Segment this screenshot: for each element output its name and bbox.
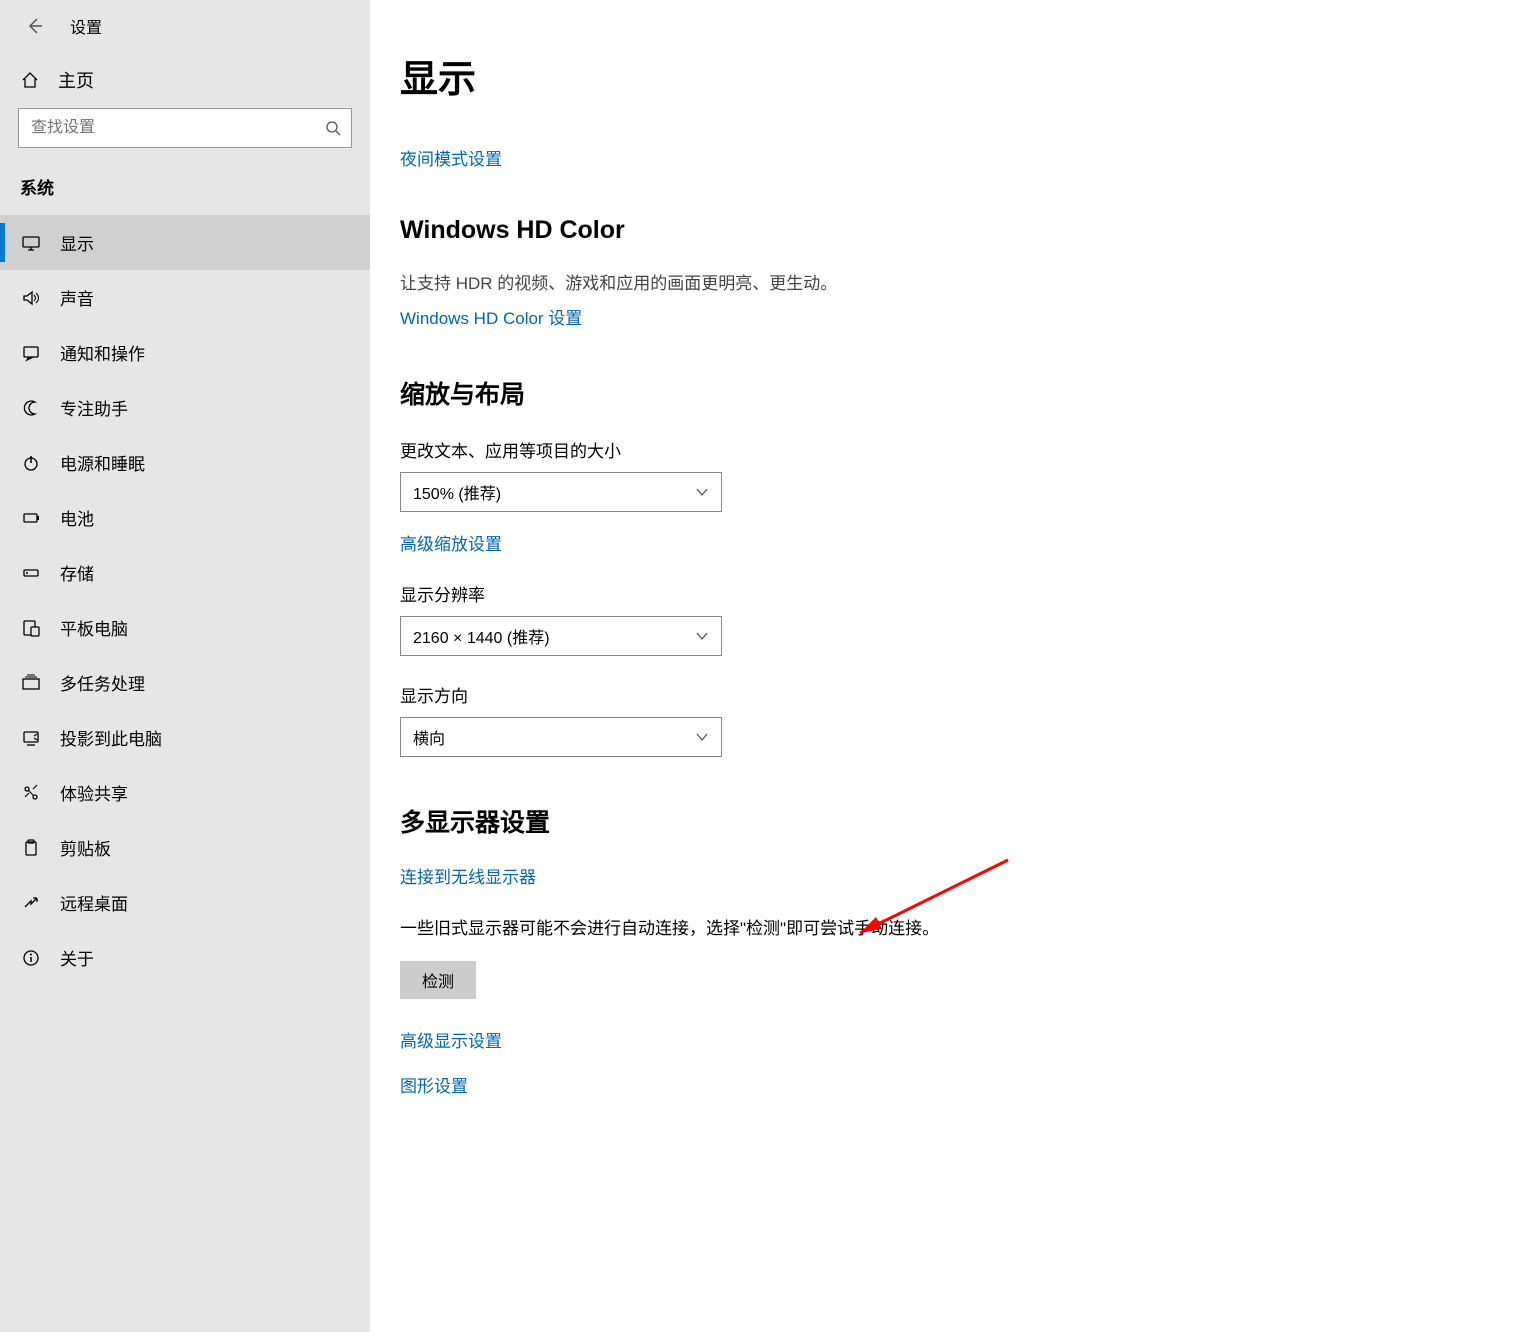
scale-select[interactable]: 150% (推荐) xyxy=(400,472,722,512)
battery-icon xyxy=(20,508,42,528)
back-arrow-icon xyxy=(25,16,45,36)
sidebar-item-tablet[interactable]: 平板电脑 xyxy=(0,600,370,655)
detect-button[interactable]: 检测 xyxy=(400,961,476,999)
chevron-down-icon xyxy=(695,485,709,499)
sidebar-item-label: 电源和睡眠 xyxy=(60,450,145,475)
sidebar-item-label: 远程桌面 xyxy=(60,890,128,915)
sound-icon xyxy=(20,288,42,308)
hdcolor-link[interactable]: Windows HD Color 设置 xyxy=(400,304,582,329)
sidebar-item-label: 存储 xyxy=(60,560,94,585)
sidebar-home-label: 主页 xyxy=(58,67,94,93)
sidebar-category: 系统 xyxy=(0,166,370,215)
sidebar-item-label: 体验共享 xyxy=(60,780,128,805)
sidebar-item-label: 显示 xyxy=(60,230,94,255)
chevron-down-icon xyxy=(695,730,709,744)
sidebar-home[interactable]: 主页 xyxy=(0,52,370,108)
hdcolor-desc: 让支持 HDR 的视频、游戏和应用的画面更明亮、更生动。 xyxy=(400,269,1494,294)
search-box[interactable] xyxy=(18,108,352,148)
sidebar-item-sound[interactable]: 声音 xyxy=(0,270,370,325)
graphics-settings-link[interactable]: 图形设置 xyxy=(400,1072,468,1097)
hdcolor-title: Windows HD Color xyxy=(400,216,1494,245)
resolution-value: 2160 × 1440 (推荐) xyxy=(413,624,550,648)
sidebar-item-notifications[interactable]: 通知和操作 xyxy=(0,325,370,380)
sidebar-item-label: 平板电脑 xyxy=(60,615,128,640)
sidebar-item-battery[interactable]: 电池 xyxy=(0,490,370,545)
sidebar-item-display[interactable]: 显示 xyxy=(0,215,370,270)
sidebar-item-power[interactable]: 电源和睡眠 xyxy=(0,435,370,490)
sidebar-item-focus[interactable]: 专注助手 xyxy=(0,380,370,435)
project-icon xyxy=(20,728,42,748)
sidebar-item-remote[interactable]: 远程桌面 xyxy=(0,875,370,930)
clipboard-icon xyxy=(20,838,42,858)
tablet-icon xyxy=(20,618,42,638)
remote-icon xyxy=(20,893,42,913)
sidebar-item-clipboard[interactable]: 剪贴板 xyxy=(0,820,370,875)
advanced-scaling-link[interactable]: 高级缩放设置 xyxy=(400,530,502,555)
sidebar-item-label: 电池 xyxy=(60,505,94,530)
sidebar-item-project[interactable]: 投影到此电脑 xyxy=(0,710,370,765)
multitask-icon xyxy=(20,673,42,693)
shared-icon xyxy=(20,783,42,803)
advanced-display-link[interactable]: 高级显示设置 xyxy=(400,1027,502,1052)
page-title: 显示 xyxy=(400,48,1494,103)
sidebar-item-label: 声音 xyxy=(60,285,94,310)
focus-icon xyxy=(20,398,42,418)
power-icon xyxy=(20,453,42,473)
notifications-icon xyxy=(20,343,42,363)
sidebar-item-about[interactable]: 关于 xyxy=(0,930,370,985)
app-title: 设置 xyxy=(70,14,102,38)
multi-title: 多显示器设置 xyxy=(400,803,1494,839)
orientation-label: 显示方向 xyxy=(400,682,1494,707)
detect-desc: 一些旧式显示器可能不会进行自动连接，选择"检测"即可尝试手动连接。 xyxy=(400,914,1494,939)
storage-icon xyxy=(20,563,42,583)
orientation-select[interactable]: 横向 xyxy=(400,717,722,757)
sidebar: 设置 主页 系统 显示声音通知和操作专注助手电源和睡眠电池存储平板电脑多任务处理… xyxy=(0,0,370,1332)
home-icon xyxy=(20,70,40,90)
sidebar-item-label: 投影到此电脑 xyxy=(60,725,162,750)
main-content: 显示 夜间模式设置 Windows HD Color 让支持 HDR 的视频、游… xyxy=(370,0,1524,1332)
sidebar-item-multitask[interactable]: 多任务处理 xyxy=(0,655,370,710)
display-icon xyxy=(20,233,42,253)
sidebar-item-label: 多任务处理 xyxy=(60,670,145,695)
search-icon xyxy=(315,120,351,136)
orientation-value: 横向 xyxy=(413,725,445,749)
about-icon xyxy=(20,948,42,968)
resolution-label: 显示分辨率 xyxy=(400,581,1494,606)
chevron-down-icon xyxy=(695,629,709,643)
night-light-link[interactable]: 夜间模式设置 xyxy=(400,145,502,170)
scale-value: 150% (推荐) xyxy=(413,480,501,504)
sidebar-item-label: 通知和操作 xyxy=(60,340,145,365)
sidebar-item-label: 关于 xyxy=(60,945,94,970)
sidebar-item-label: 剪贴板 xyxy=(60,835,111,860)
back-button[interactable] xyxy=(20,11,50,41)
wireless-display-link[interactable]: 连接到无线显示器 xyxy=(400,863,536,888)
sidebar-item-label: 专注助手 xyxy=(60,395,128,420)
sidebar-nav: 显示声音通知和操作专注助手电源和睡眠电池存储平板电脑多任务处理投影到此电脑体验共… xyxy=(0,215,370,985)
sidebar-item-shared[interactable]: 体验共享 xyxy=(0,765,370,820)
scaling-title: 缩放与布局 xyxy=(400,375,1494,411)
scale-label: 更改文本、应用等项目的大小 xyxy=(400,437,1494,462)
sidebar-item-storage[interactable]: 存储 xyxy=(0,545,370,600)
resolution-select[interactable]: 2160 × 1440 (推荐) xyxy=(400,616,722,656)
search-input[interactable] xyxy=(19,119,315,137)
